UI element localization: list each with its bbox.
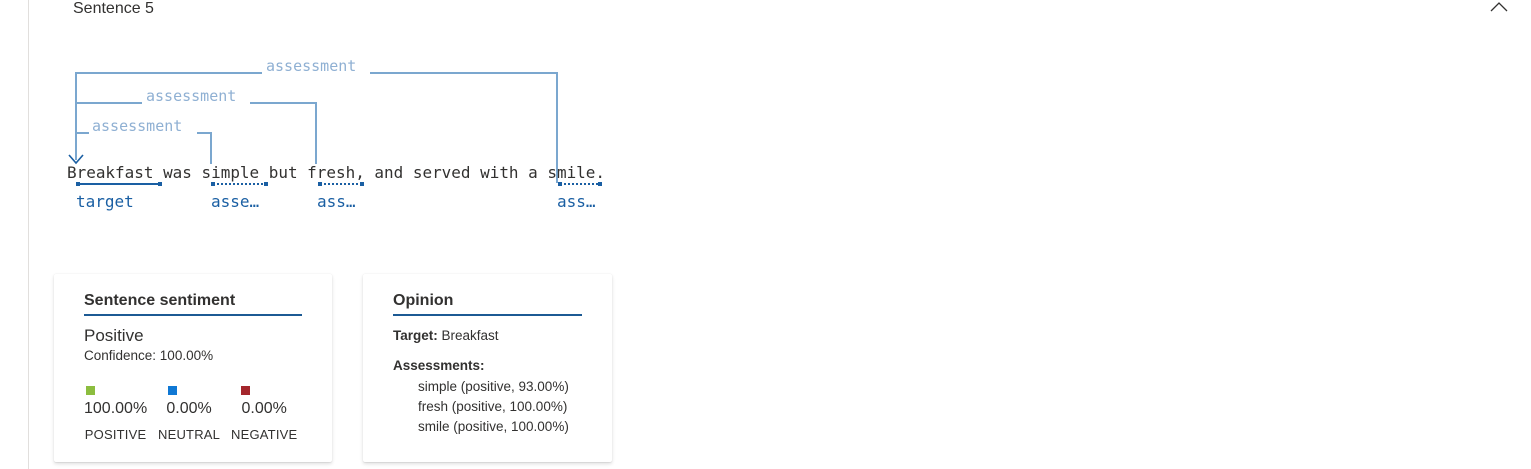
opinion-card: Opinion Target: Breakfast Assessments: s… bbox=[363, 274, 612, 462]
sentence-text: Breakfast was simple but fresh, and serv… bbox=[67, 163, 605, 182]
score-value-positive: 100.00% bbox=[84, 400, 148, 417]
opinion-card-heading: Opinion bbox=[393, 291, 582, 316]
score-negative: 0.00% NEGATIVE bbox=[231, 386, 297, 443]
sentiment-card-heading: Sentence sentiment bbox=[84, 291, 302, 316]
opinion-target-value: Breakfast bbox=[441, 328, 499, 343]
chevron-up-icon[interactable] bbox=[1489, 0, 1509, 14]
positive-swatch bbox=[86, 386, 95, 395]
score-name-neutral: NEUTRAL bbox=[158, 427, 221, 442]
confidence-text: Confidence: 100.00% bbox=[84, 348, 214, 363]
role-label-fresh: ass… bbox=[317, 192, 356, 211]
sentence-sentiment-card: Sentence sentiment Positive Confidence: … bbox=[54, 274, 332, 462]
assessment-item: simple (positive, 93.00%) bbox=[418, 379, 569, 394]
role-label-target: target bbox=[76, 192, 134, 211]
score-name-positive: POSITIVE bbox=[84, 427, 147, 442]
negative-swatch bbox=[241, 386, 250, 395]
neutral-swatch bbox=[168, 386, 177, 395]
score-positive: 100.00% POSITIVE bbox=[84, 386, 147, 443]
score-name-negative: NEGATIVE bbox=[231, 427, 298, 442]
span-target[interactable] bbox=[76, 182, 162, 186]
span-fresh[interactable] bbox=[318, 182, 364, 186]
span-smile[interactable] bbox=[558, 182, 602, 186]
span-simple[interactable] bbox=[211, 182, 268, 186]
role-label-simple: asse… bbox=[211, 192, 259, 211]
arc-label-smile: assessment bbox=[266, 57, 356, 75]
assessment-item: fresh (positive, 100.00%) bbox=[418, 399, 568, 414]
arc-label-fresh: assessment bbox=[146, 87, 236, 105]
score-value-neutral: 0.00% bbox=[166, 400, 212, 417]
arc-label-simple: assessment bbox=[92, 117, 182, 135]
opinion-target: Target: Breakfast bbox=[393, 328, 499, 344]
assessment-item: smile (positive, 100.00%) bbox=[418, 419, 569, 434]
assessments-label: Assessments: bbox=[393, 358, 485, 373]
score-value-negative: 0.00% bbox=[241, 400, 287, 417]
score-neutral: 0.00% NEUTRAL bbox=[158, 386, 220, 443]
assessments-list: simple (positive, 93.00%) fresh (positiv… bbox=[418, 377, 569, 437]
sentiment-label: Positive bbox=[84, 326, 144, 345]
dependency-diagram: assessment assessment assessment Breakfa… bbox=[67, 57, 605, 211]
arc-simple: assessment bbox=[75, 117, 212, 164]
opinion-target-label: Target: bbox=[393, 328, 438, 343]
role-label-smile: ass… bbox=[557, 192, 596, 211]
sentence-panel: Sentence 5 assessment assessment assessm… bbox=[0, 0, 1531, 469]
